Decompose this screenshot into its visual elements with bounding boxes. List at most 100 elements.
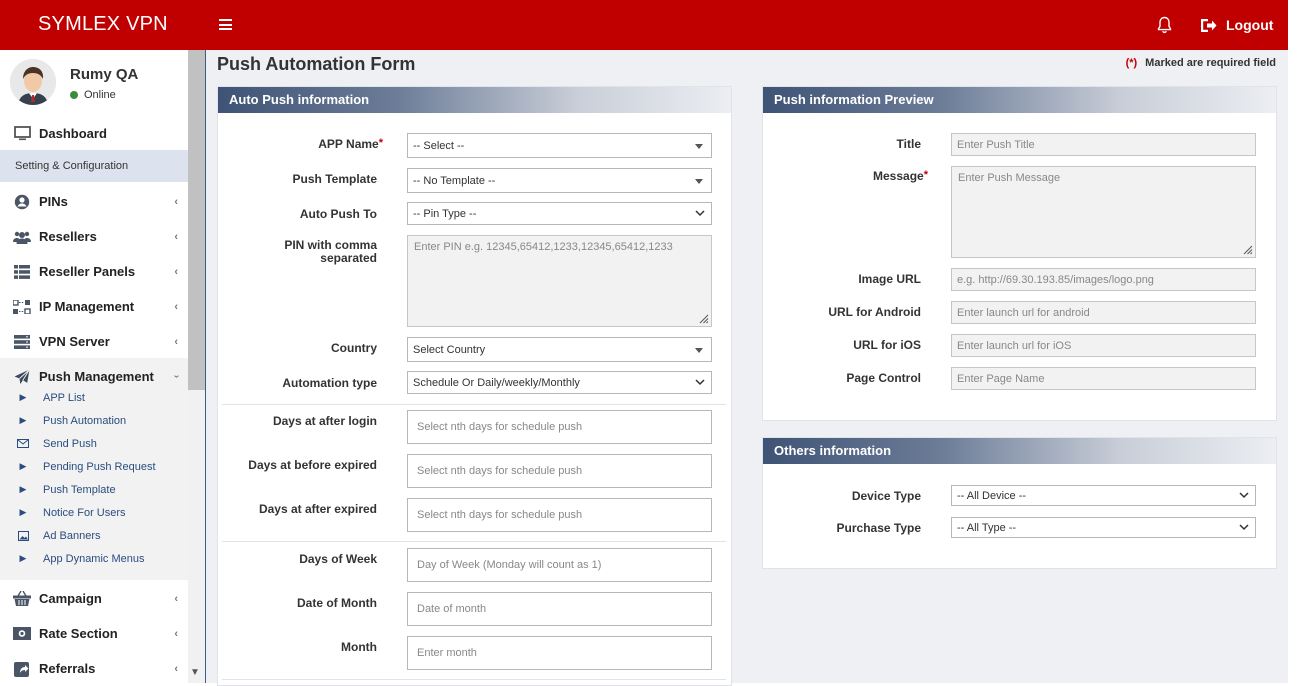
- sub-send-push[interactable]: Send Push: [0, 432, 188, 455]
- user-circle-icon: [12, 194, 32, 210]
- after-expired-input[interactable]: Select nth days for schedule push: [407, 498, 712, 532]
- image-icon: [17, 530, 29, 541]
- ios-url-label: URL for iOS: [853, 338, 921, 352]
- android-url-input[interactable]: Enter launch url for android: [951, 301, 1256, 324]
- android-url-label: URL for Android: [828, 305, 921, 319]
- scroll-down-arrow-icon[interactable]: ▼: [190, 667, 200, 678]
- brand-logo[interactable]: SYMLEX VPN: [38, 13, 168, 36]
- caret-right-icon: ▶: [19, 461, 27, 471]
- avatar: [10, 59, 56, 105]
- page-edge: [1288, 0, 1304, 683]
- users-icon: [12, 230, 32, 244]
- caret-down-icon: [695, 144, 703, 149]
- sub-push-automation[interactable]: ▶ Push Automation: [0, 409, 188, 432]
- before-expired-input[interactable]: Select nth days for schedule push: [407, 454, 712, 488]
- device-type-select[interactable]: -- All Device --: [951, 485, 1256, 506]
- list-icon: [12, 264, 32, 279]
- chevron-left-icon: ‹: [174, 265, 178, 278]
- nav-dashboard[interactable]: Dashboard: [0, 116, 188, 151]
- after-login-input[interactable]: Select nth days for schedule push: [407, 410, 712, 444]
- title-label: Title: [896, 137, 921, 151]
- automation-type-label: Automation type: [282, 376, 377, 390]
- others-panel: Others information Device Type -- All De…: [762, 437, 1277, 569]
- logout-icon: [1201, 18, 1217, 32]
- automation-type-select[interactable]: Schedule Or Daily/weekly/Monthly: [407, 371, 712, 394]
- sub-app-list[interactable]: ▶ APP List: [0, 386, 188, 409]
- menu-toggle-icon[interactable]: [219, 19, 232, 30]
- date-of-month-label: Date of Month: [297, 596, 377, 610]
- chevron-down-icon: [1239, 492, 1249, 499]
- logout-label: Logout: [1226, 17, 1274, 33]
- required-asterisk: *: [378, 137, 383, 149]
- envelope-icon: [17, 439, 29, 448]
- after-login-label: Days at after login: [272, 414, 377, 428]
- sub-app-dynamic-menus[interactable]: ▶ App Dynamic Menus: [0, 547, 188, 570]
- auto-push-to-label: Auto Push To: [299, 207, 377, 221]
- days-of-week-input[interactable]: Day of Week (Monday will count as 1): [407, 548, 712, 582]
- page-control-label: Page Control: [846, 371, 921, 385]
- caret-right-icon: ▶: [19, 507, 27, 517]
- nav-campaign[interactable]: Campaign ‹: [0, 581, 188, 616]
- bell-icon[interactable]: [1157, 16, 1172, 34]
- resize-handle-icon: [699, 314, 709, 324]
- page-title: Push Automation Form: [217, 54, 416, 74]
- chevron-left-icon: ‹: [174, 230, 178, 243]
- sidebar: Rumy QA Online Dashboard Setting & Confi…: [0, 50, 188, 683]
- title-input[interactable]: Enter Push Title: [951, 133, 1256, 156]
- chevron-left-icon: ‹: [174, 300, 178, 313]
- month-label: Month: [341, 640, 377, 654]
- caret-right-icon: ▶: [19, 553, 27, 563]
- before-expired-label: Days at before expired: [248, 458, 377, 472]
- logout-button[interactable]: Logout: [1200, 16, 1273, 34]
- message-textarea[interactable]: Enter Push Message: [951, 166, 1256, 258]
- nav-section-settings: Setting & Configuration: [0, 150, 188, 182]
- nav-resellers[interactable]: Resellers ‹: [0, 219, 188, 254]
- required-note: (*) Marked are required field: [1125, 57, 1276, 69]
- image-url-input[interactable]: e.g. http://69.30.193.85/images/logo.png: [951, 268, 1256, 291]
- caret-right-icon: ▶: [19, 392, 27, 402]
- sub-ad-banners[interactable]: Ad Banners: [0, 524, 188, 547]
- caret-down-icon: [695, 348, 703, 353]
- nav-vpn-server[interactable]: VPN Server ‹: [0, 324, 188, 359]
- purchase-type-label: Purchase Type: [836, 521, 921, 535]
- chevron-left-icon: ‹: [174, 335, 178, 348]
- auto-push-panel: Auto Push information APP Name* -- Selec…: [217, 86, 732, 686]
- page-control-input[interactable]: Enter Page Name: [951, 367, 1256, 390]
- divider: [222, 679, 726, 680]
- date-of-month-input[interactable]: Date of month: [407, 592, 712, 626]
- app-name-label: APP Name*: [318, 137, 383, 151]
- purchase-type-select[interactable]: -- All Type --: [951, 517, 1256, 538]
- auto-push-to-select[interactable]: -- Pin Type --: [407, 202, 712, 225]
- chevron-left-icon: ‹: [174, 592, 178, 605]
- resize-handle-icon: [1243, 245, 1253, 255]
- country-label: Country: [331, 341, 377, 355]
- chevron-left-icon: ‹: [174, 195, 178, 208]
- others-heading: Others information: [763, 438, 1276, 464]
- online-dot-icon: [70, 91, 78, 99]
- caret-right-icon: ▶: [19, 484, 27, 494]
- sub-push-template[interactable]: ▶ Push Template: [0, 478, 188, 501]
- paper-plane-icon: [12, 368, 32, 385]
- push-template-select[interactable]: -- No Template --: [407, 168, 712, 193]
- monitor-icon: [12, 126, 32, 141]
- nav-referrals[interactable]: Referrals ‹: [0, 651, 188, 686]
- sidebar-scroll-thumb[interactable]: [188, 50, 205, 390]
- country-select[interactable]: Select Country: [407, 337, 712, 362]
- chevron-down-icon: [695, 379, 705, 386]
- chevron-down-icon: ‹: [170, 374, 182, 379]
- sub-notice-users[interactable]: ▶ Notice For Users: [0, 501, 188, 524]
- nav-ip-management[interactable]: IP Management ‹: [0, 289, 188, 324]
- ios-url-input[interactable]: Enter launch url for iOS: [951, 334, 1256, 357]
- preview-panel: Push information Preview Title Enter Pus…: [762, 86, 1277, 421]
- nav-rate-section[interactable]: Rate Section ‹: [0, 616, 188, 651]
- user-name: Rumy QA: [70, 66, 139, 83]
- sub-pending-push[interactable]: ▶ Pending Push Request: [0, 455, 188, 478]
- pin-textarea[interactable]: Enter PIN e.g. 12345,65412,1233,12345,65…: [407, 235, 712, 327]
- chevron-down-icon: [695, 210, 705, 217]
- nav-reseller-panels[interactable]: Reseller Panels ‹: [0, 254, 188, 289]
- month-input[interactable]: Enter month: [407, 636, 712, 670]
- auto-push-heading: Auto Push information: [218, 87, 731, 113]
- app-name-select[interactable]: -- Select --: [407, 133, 712, 158]
- nav-pins[interactable]: PINs ‹: [0, 184, 188, 219]
- network-icon: [12, 299, 32, 314]
